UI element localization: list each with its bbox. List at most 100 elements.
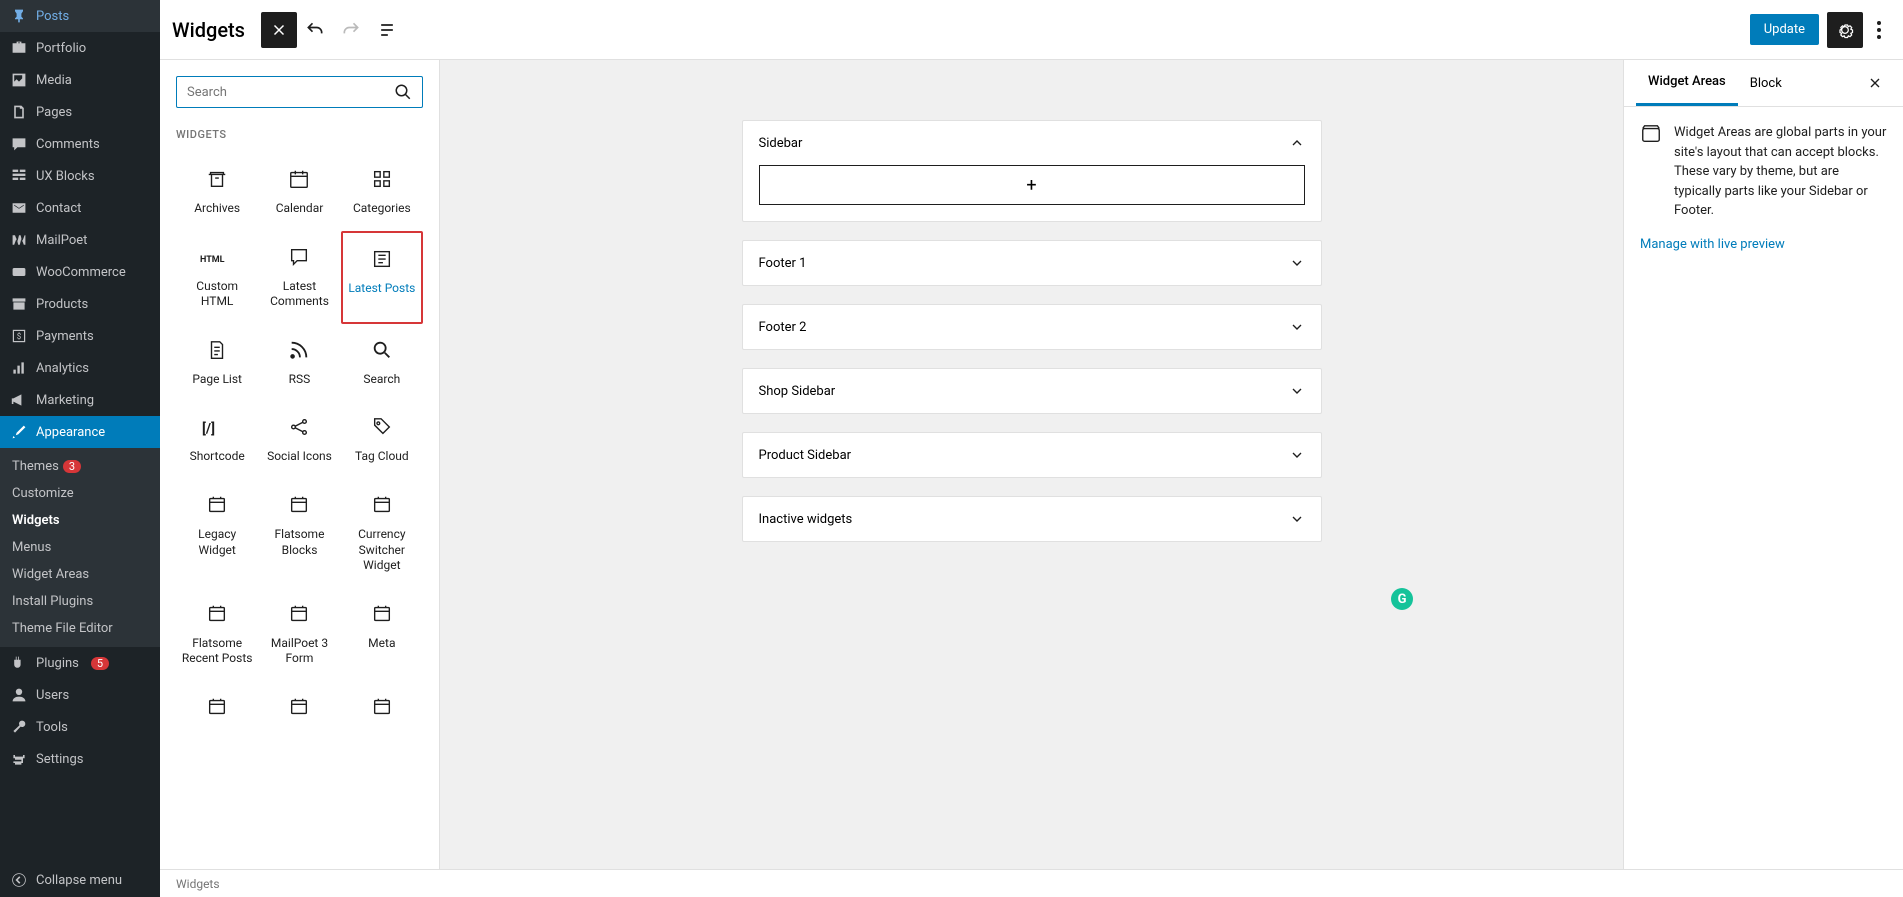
menu-marketing[interactable]: Marketing [0, 384, 160, 416]
widget-item-calendar[interactable]: Calendar [258, 153, 340, 231]
widget-area-header[interactable]: Sidebar [743, 121, 1321, 165]
menu-settings[interactable]: Settings [0, 743, 160, 775]
menu-label: Analytics [36, 361, 89, 376]
submenu-themes[interactable]: Themes3 [0, 453, 160, 480]
menu-woocommerce[interactable]: WooCommerce [0, 256, 160, 288]
menu-analytics[interactable]: Analytics [0, 352, 160, 384]
menu-plugins[interactable]: Plugins5 [0, 647, 160, 679]
widget-area-title: Sidebar [759, 136, 803, 151]
menu-ux-blocks[interactable]: UX Blocks [0, 160, 160, 192]
menu-label: Portfolio [36, 41, 86, 56]
menu-comments[interactable]: Comments [0, 128, 160, 160]
widget-item-shortcode[interactable]: [/]Shortcode [176, 401, 258, 479]
menu-contact[interactable]: Contact [0, 192, 160, 224]
list-view-button[interactable] [369, 12, 405, 48]
widget-area-title: Product Sidebar [759, 448, 852, 463]
menu-portfolio[interactable]: Portfolio [0, 32, 160, 64]
chart-icon [10, 359, 28, 377]
menu-label: Users [36, 688, 69, 703]
inserter-panel: WIDGETS ArchivesCalendarCategoriesHTMLCu… [160, 60, 440, 869]
search-input[interactable] [187, 85, 394, 100]
add-block-button[interactable]: + [759, 165, 1305, 205]
widget-item-latest-comments[interactable]: Latest Comments [258, 231, 340, 324]
widget-item-currency-switcher-widget[interactable]: Currency Switcher Widget [341, 479, 423, 588]
manage-preview-link[interactable]: Manage with live preview [1640, 237, 1887, 252]
menu-pages[interactable]: Pages [0, 96, 160, 128]
menu-media[interactable]: Media [0, 64, 160, 96]
svg-text:[/]: [/] [202, 420, 215, 437]
widget-item-latest-posts[interactable]: Latest Posts [341, 231, 423, 324]
menu-label: Plugins [36, 656, 79, 671]
widget-icon [288, 493, 310, 517]
widget-label: Meta [368, 636, 395, 652]
menu-mailpoet[interactable]: MailPoet [0, 224, 160, 256]
widget-area-header[interactable]: Shop Sidebar [743, 369, 1321, 413]
widget-area-header[interactable]: Product Sidebar [743, 433, 1321, 477]
widget-item-search[interactable]: Search [341, 324, 423, 402]
widget-area-header[interactable]: Footer 2 [743, 305, 1321, 349]
widget-item-categories[interactable]: Categories [341, 153, 423, 231]
chevron-icon [1289, 255, 1305, 271]
widget-icon [371, 415, 393, 439]
widget-item-more[interactable] [176, 681, 258, 743]
widget-item-flatsome-blocks[interactable]: Flatsome Blocks [258, 479, 340, 588]
settings-tabs: Widget Areas Block [1624, 60, 1903, 107]
more-options-button[interactable] [1867, 12, 1891, 48]
tab-widget-areas[interactable]: Widget Areas [1636, 60, 1738, 106]
menu-users[interactable]: Users [0, 679, 160, 711]
tab-block[interactable]: Block [1738, 62, 1794, 105]
menu-label: WooCommerce [36, 265, 126, 280]
menu-label: Marketing [36, 393, 94, 408]
widget-grid: Archives Calendar Categories HTMLCustom HTM… [176, 153, 423, 743]
menu-posts[interactable]: Posts [0, 0, 160, 32]
menu-products[interactable]: Products [0, 288, 160, 320]
widget-item-page-list[interactable]: Page List [176, 324, 258, 402]
widget-icon [288, 602, 310, 626]
settings-button[interactable] [1827, 12, 1863, 48]
widget-item-legacy-widget[interactable]: Legacy Widget [176, 479, 258, 588]
menu-tools[interactable]: Tools [0, 711, 160, 743]
widget-label: Calendar [276, 201, 324, 217]
widget-area-header[interactable]: Footer 1 [743, 241, 1321, 285]
close-inserter-button[interactable] [261, 12, 297, 48]
layout-icon [1640, 123, 1662, 221]
widget-icon [206, 695, 228, 719]
menu-label: Tools [36, 720, 68, 735]
widget-item-custom-html[interactable]: HTMLCustom HTML [176, 231, 258, 324]
widget-label: Currency Switcher Widget [345, 527, 419, 574]
grammarly-badge[interactable]: G [1391, 588, 1413, 610]
menu-payments[interactable]: $Payments [0, 320, 160, 352]
menu-label: UX Blocks [36, 169, 95, 184]
menu-label: Pages [36, 105, 72, 120]
widget-item-rss[interactable]: RSS [258, 324, 340, 402]
footer-bar: Widgets [160, 869, 1903, 897]
redo-button[interactable] [333, 12, 369, 48]
settings-panel: Widget Areas Block Widget Areas are glob… [1623, 60, 1903, 869]
comment-icon [10, 135, 28, 153]
submenu-theme-file-editor[interactable]: Theme File Editor [0, 615, 160, 642]
content-row: WIDGETS ArchivesCalendarCategoriesHTMLCu… [160, 60, 1903, 869]
widget-item-tag-cloud[interactable]: Tag Cloud [341, 401, 423, 479]
widget-area-header[interactable]: Inactive widgets [743, 497, 1321, 541]
widget-item-meta[interactable]: Meta [341, 588, 423, 681]
menu-label: Contact [36, 201, 81, 216]
widget-item-social-icons[interactable]: Social Icons [258, 401, 340, 479]
collapse-menu[interactable]: Collapse menu [0, 863, 160, 897]
submenu-widget-areas[interactable]: Widget Areas [0, 561, 160, 588]
widget-label: Archives [194, 201, 240, 217]
submenu-widgets[interactable]: Widgets [0, 507, 160, 534]
widget-item-more[interactable] [341, 681, 423, 743]
widget-item-more[interactable] [258, 681, 340, 743]
chevron-icon [1289, 319, 1305, 335]
update-button[interactable]: Update [1750, 14, 1819, 45]
submenu-customize[interactable]: Customize [0, 480, 160, 507]
submenu-menus[interactable]: Menus [0, 534, 160, 561]
settings-body: Widget Areas are global parts in your si… [1624, 107, 1903, 268]
widget-item-mailpoet-3-form[interactable]: MailPoet 3 Form [258, 588, 340, 681]
widget-item-flatsome-recent-posts[interactable]: Flatsome Recent Posts [176, 588, 258, 681]
menu-appearance[interactable]: Appearance [0, 416, 160, 448]
widget-item-archives[interactable]: Archives [176, 153, 258, 231]
submenu-install-plugins[interactable]: Install Plugins [0, 588, 160, 615]
close-settings-button[interactable] [1859, 67, 1891, 99]
undo-button[interactable] [297, 12, 333, 48]
